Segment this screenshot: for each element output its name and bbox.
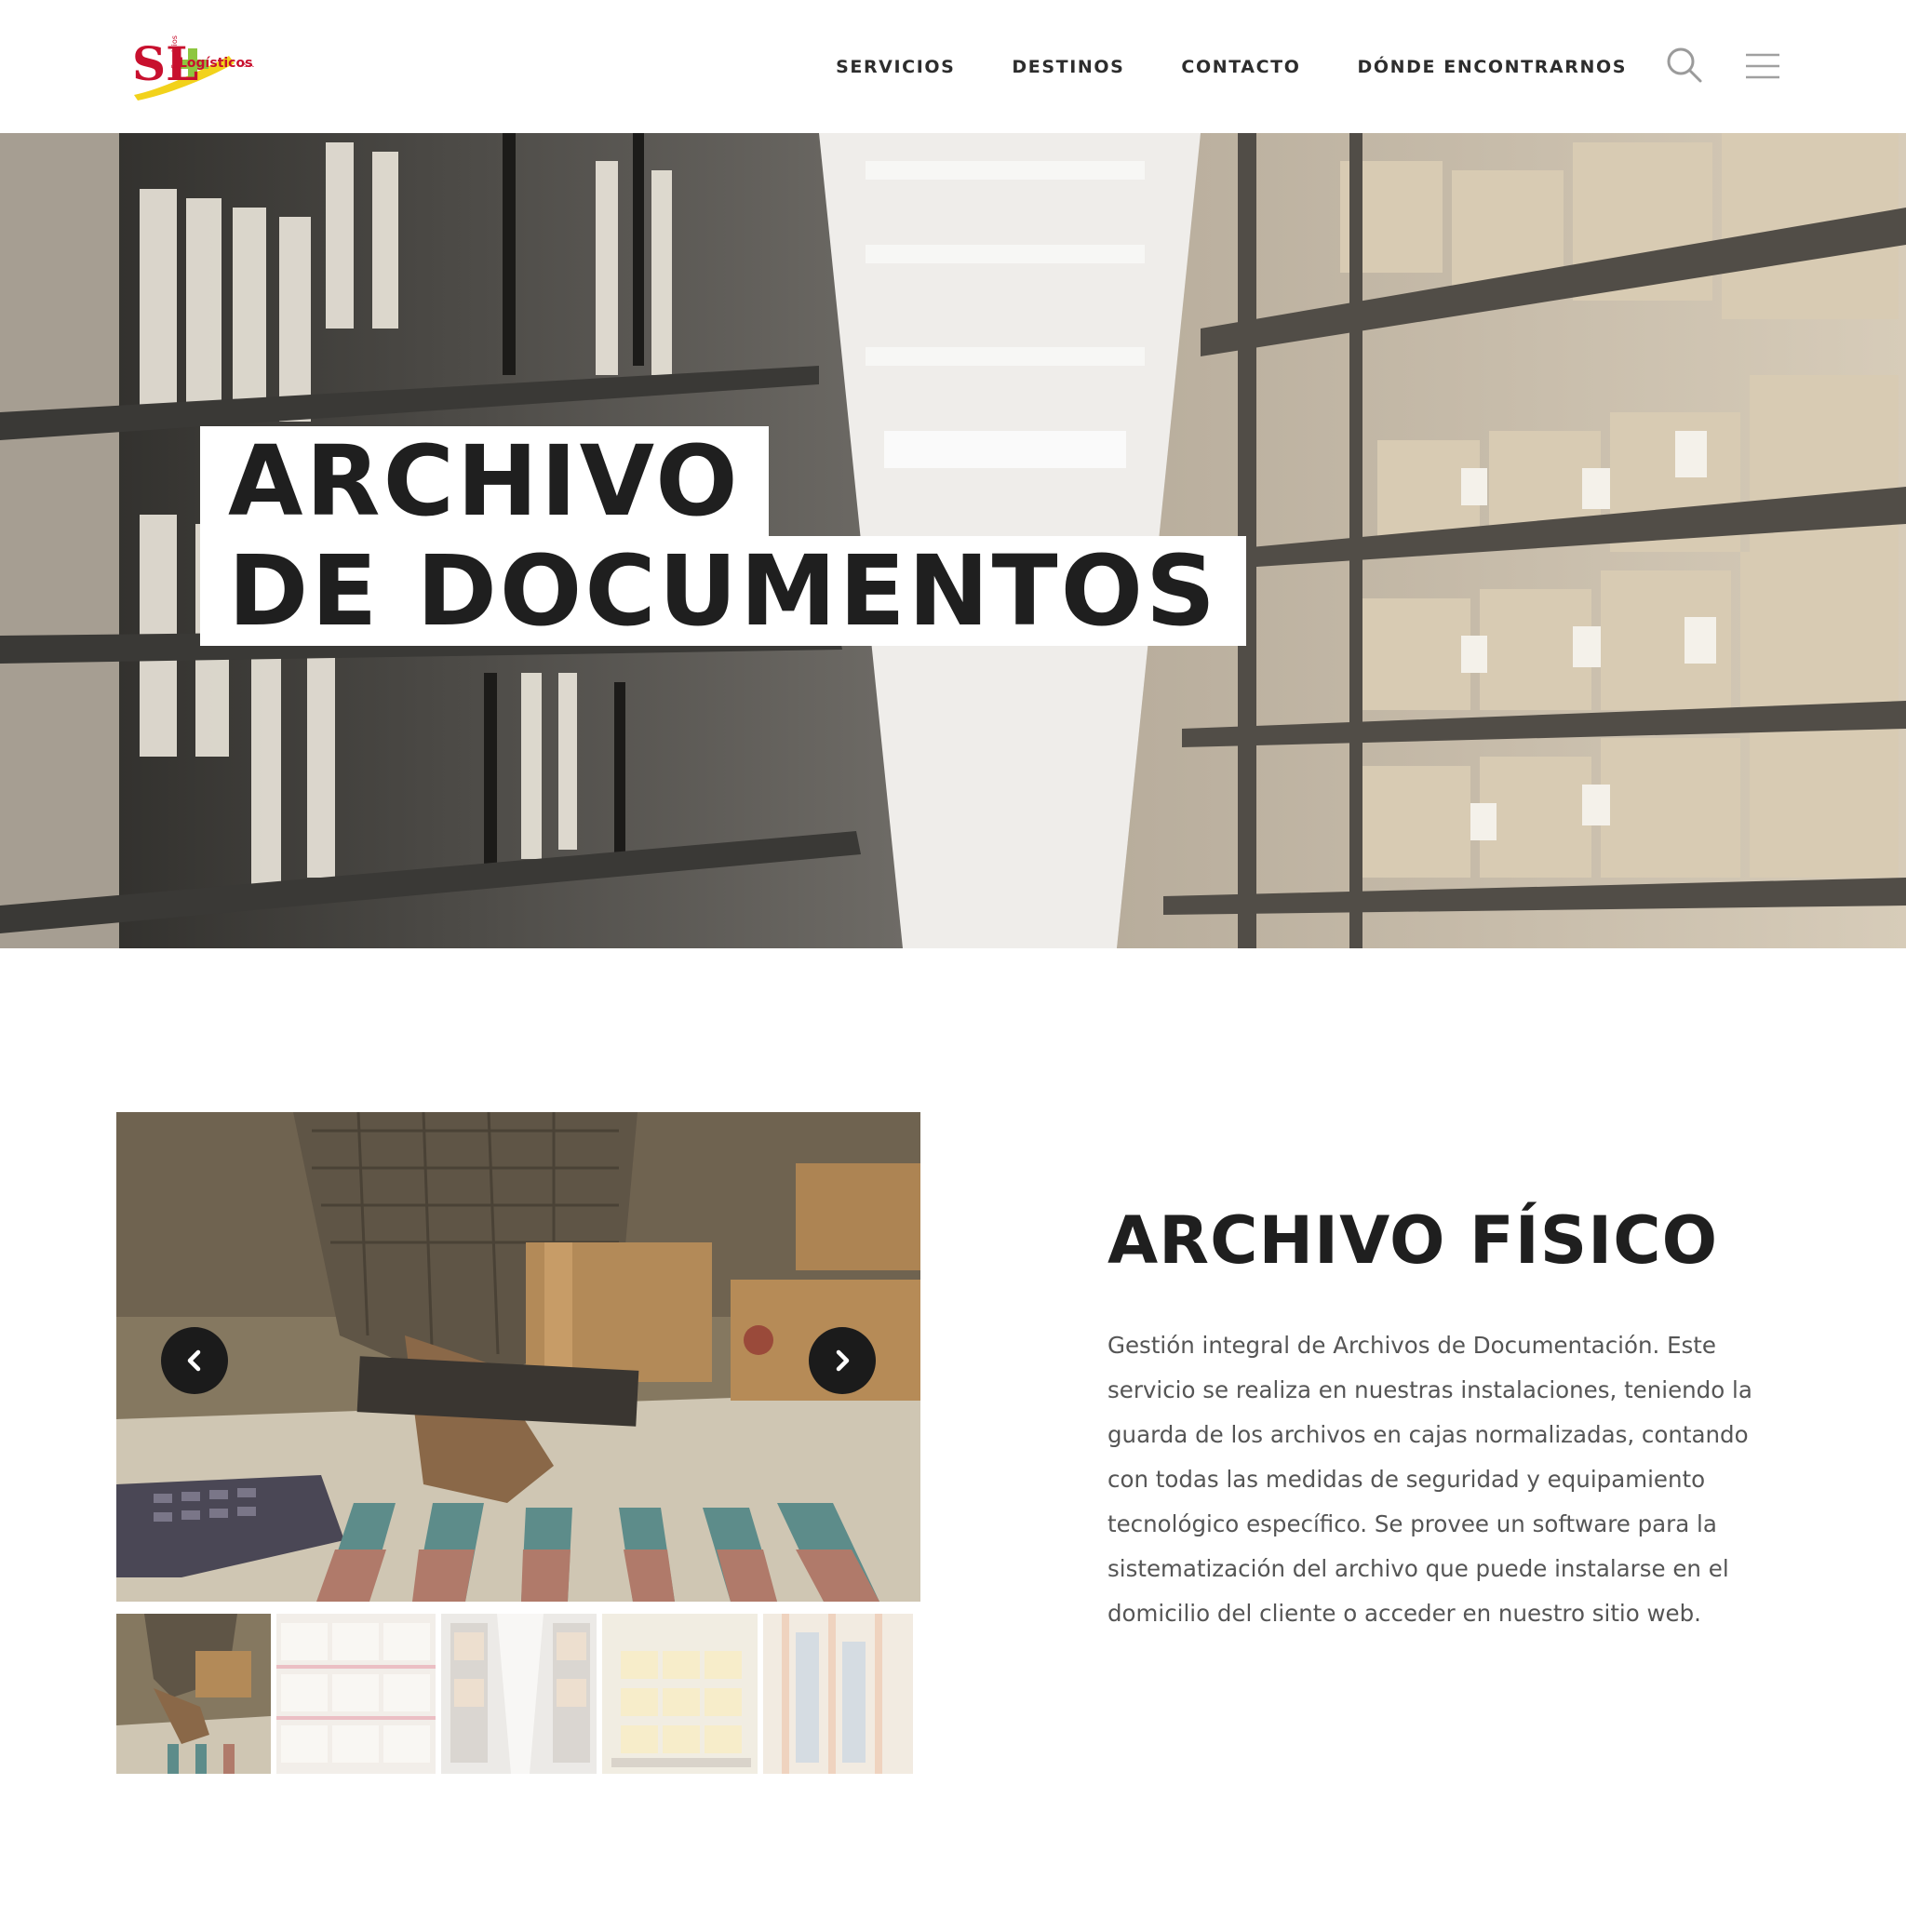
hero-banner: ARCHIVO DE DOCUMENTOS bbox=[0, 133, 1906, 948]
thumb-warehouse-aisle[interactable] bbox=[441, 1614, 597, 1774]
service-description: Gestión integral de Archivos de Document… bbox=[1107, 1332, 1752, 1627]
hero-title: ARCHIVO DE DOCUMENTOS bbox=[200, 426, 1246, 646]
hero-title-line-1: ARCHIVO bbox=[200, 426, 769, 536]
slide-desk-documents-image bbox=[116, 1112, 920, 1602]
main-nav: SERVICIOS DESTINOS CONTACTO DÓNDE ENCONT… bbox=[836, 0, 1627, 133]
nav-servicios[interactable]: SERVICIOS bbox=[836, 57, 955, 77]
thumb-shelving[interactable] bbox=[763, 1614, 913, 1774]
thumb-archive-boxes[interactable] bbox=[276, 1614, 436, 1774]
thumb-stacked-boxes[interactable] bbox=[602, 1614, 758, 1774]
gallery-next-button[interactable] bbox=[809, 1327, 876, 1394]
menu-button[interactable] bbox=[1744, 52, 1781, 80]
logo-suffix: S.A. bbox=[244, 62, 255, 69]
thumb-desk-documents[interactable] bbox=[116, 1614, 271, 1774]
search-button[interactable] bbox=[1666, 47, 1703, 84]
chevron-right-icon bbox=[836, 1349, 850, 1372]
gallery-main-slide bbox=[116, 1112, 920, 1602]
gallery-thumbnails bbox=[116, 1614, 920, 1774]
logo-text: Logísticos bbox=[179, 56, 252, 71]
search-icon bbox=[1667, 47, 1702, 83]
hamburger-menu-icon bbox=[1746, 53, 1779, 79]
service-info: ARCHIVO FÍSICO Gestión integral de Archi… bbox=[1107, 1201, 1796, 1636]
service-title: ARCHIVO FÍSICO bbox=[1107, 1202, 1719, 1279]
logo[interactable]: SL Logísticos S.A. Servicios bbox=[132, 35, 261, 102]
logo-vertical-text: Servicios bbox=[170, 35, 179, 69]
image-gallery bbox=[116, 1112, 920, 1774]
chevron-left-icon bbox=[187, 1349, 201, 1372]
nav-contacto[interactable]: CONTACTO bbox=[1181, 57, 1300, 77]
site-header: SL Logísticos S.A. Servicios SERVICIOS D… bbox=[0, 0, 1906, 133]
nav-destinos[interactable]: DESTINOS bbox=[1012, 57, 1124, 77]
gallery-prev-button[interactable] bbox=[161, 1327, 228, 1394]
hero-title-line-2: DE DOCUMENTOS bbox=[200, 536, 1246, 646]
nav-donde-encontrarnos[interactable]: DÓNDE ENCONTRARNOS bbox=[1357, 57, 1627, 77]
